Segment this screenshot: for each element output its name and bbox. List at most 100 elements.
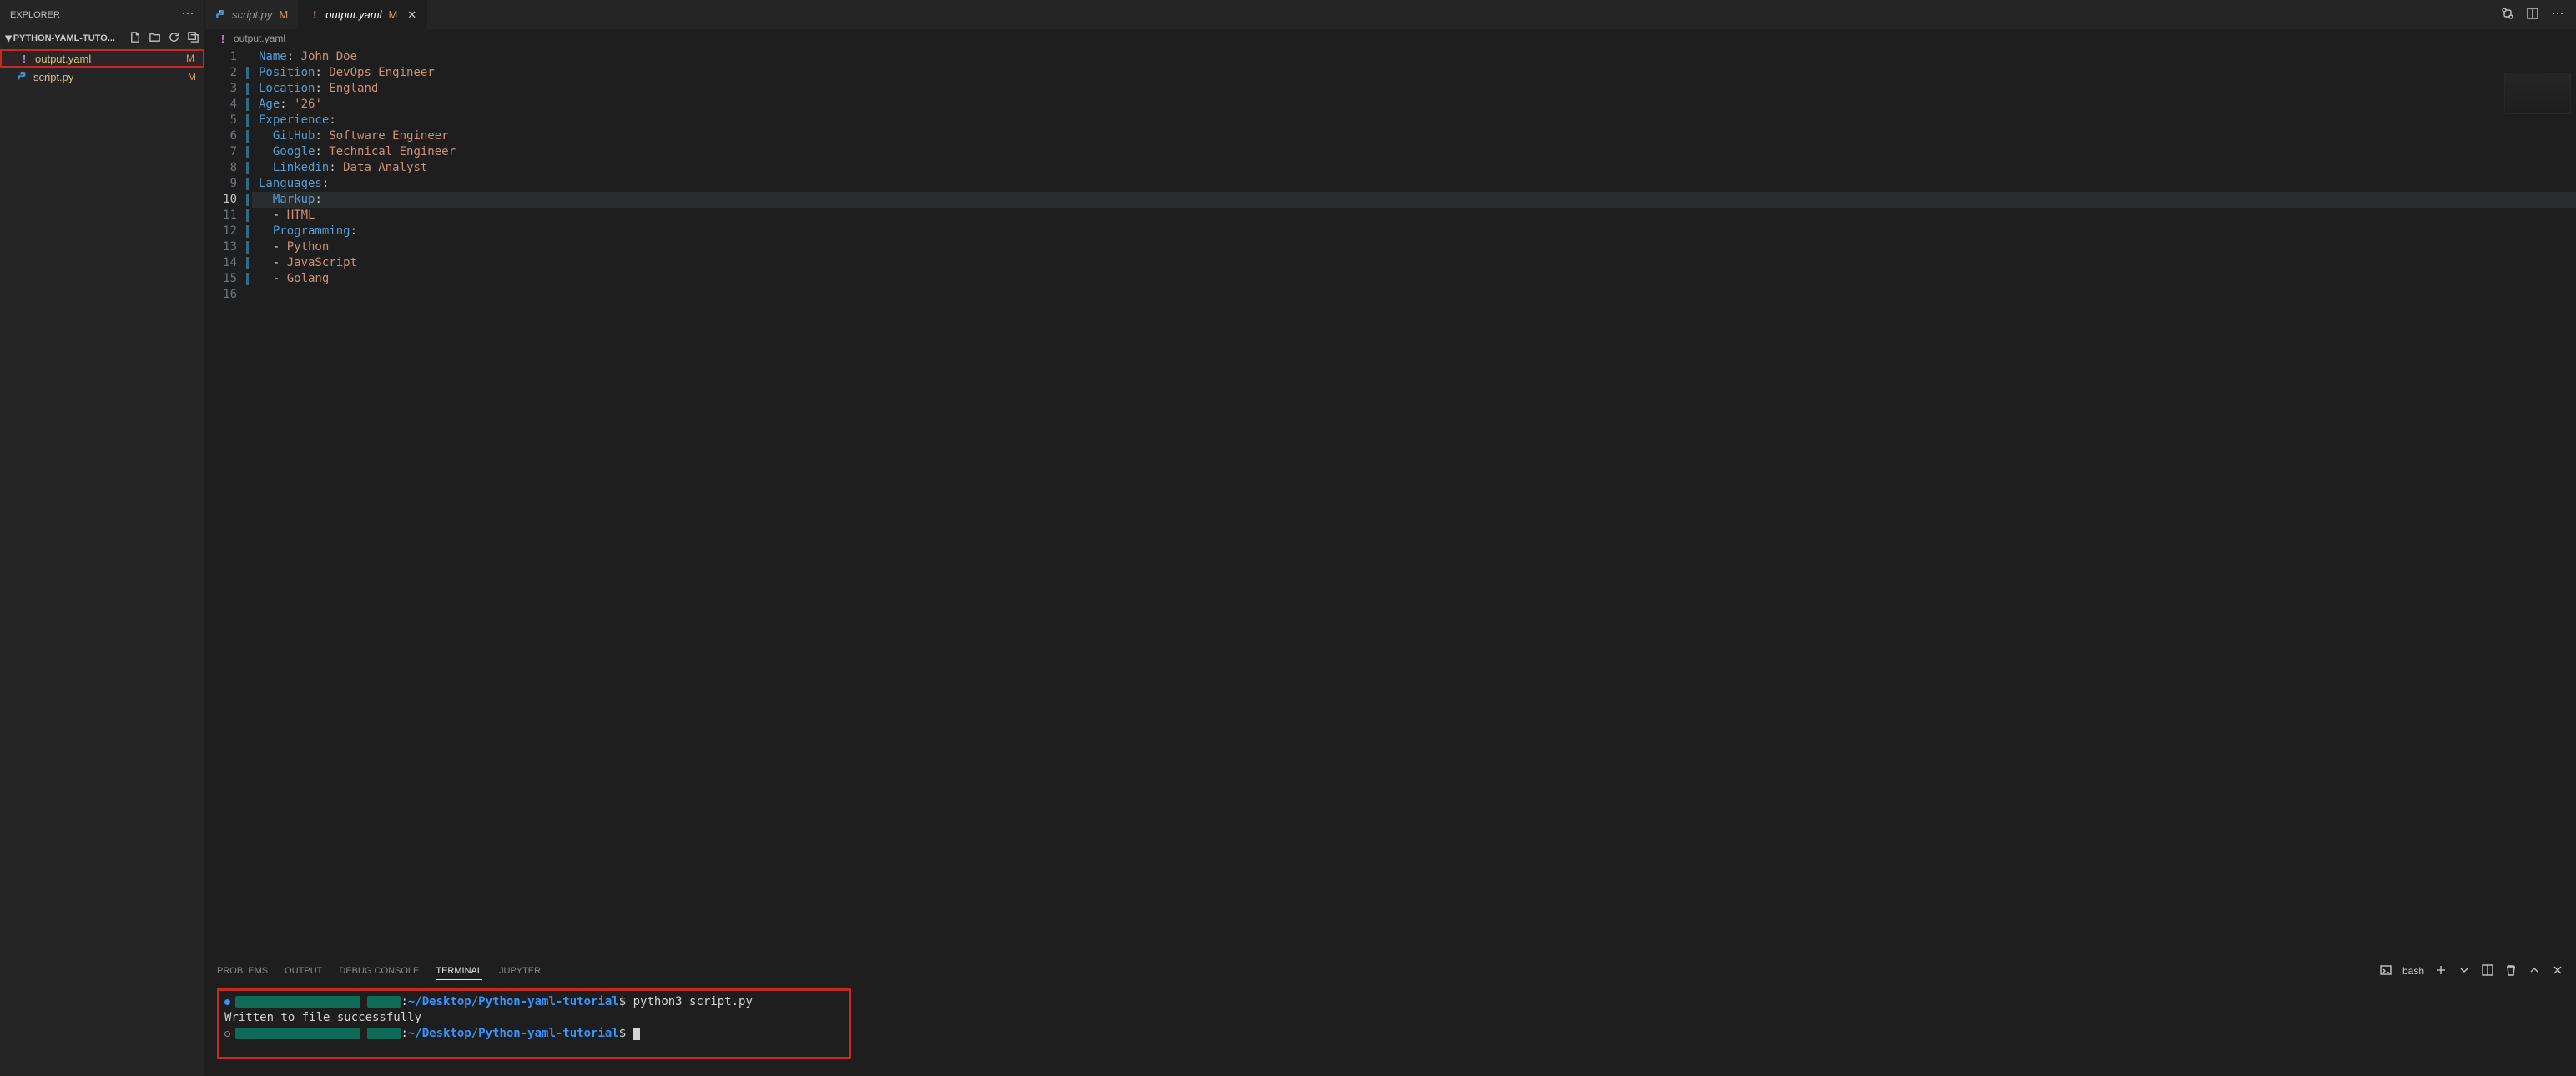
- prompt-path: ~/Desktop/Python-yaml-tutorial: [408, 995, 619, 1008]
- collapse-icon[interactable]: [187, 31, 199, 46]
- panel-tab-debug-console[interactable]: DEBUG CONSOLE: [339, 963, 419, 979]
- line-number: 6: [205, 128, 252, 144]
- new-terminal-icon[interactable]: [2434, 963, 2447, 979]
- prompt-dot-icon: [224, 1031, 230, 1037]
- file-list: ! output.yaml Mscript.py M: [0, 48, 204, 86]
- tab-script-py[interactable]: script.py M: [205, 0, 299, 29]
- breadcrumb[interactable]: ! output.yaml: [205, 29, 2576, 48]
- redacted-host: [367, 1028, 401, 1039]
- yaml-icon: !: [18, 53, 30, 65]
- line-number: 2: [205, 65, 252, 81]
- explorer-header: EXPLORER: [0, 0, 204, 29]
- folder-header[interactable]: ▶ PYTHON-YAML-TUTO...: [0, 29, 204, 48]
- terminal-output: Written to file successfully: [224, 1010, 844, 1026]
- code-line: Google: Technical Engineer: [252, 144, 2576, 160]
- code-line: - JavaScript: [252, 255, 2576, 271]
- terminal-highlight-box: :~/Desktop/Python-yaml-tutorial$ python3…: [217, 988, 851, 1059]
- new-folder-icon[interactable]: [149, 31, 161, 46]
- code-line: Programming:: [252, 224, 2576, 239]
- python-icon: [17, 71, 28, 83]
- code-line: - Golang: [252, 271, 2576, 287]
- terminal-line: :~/Desktop/Python-yaml-tutorial$ python3…: [224, 994, 844, 1010]
- close-icon[interactable]: ✕: [407, 8, 416, 22]
- panel-tab-terminal[interactable]: TERMINAL: [436, 963, 482, 980]
- panel-tab-jupyter[interactable]: JUPYTER: [499, 963, 541, 979]
- minimap[interactable]: [2504, 73, 2571, 114]
- modified-badge: M: [388, 8, 397, 21]
- line-number: 9: [205, 176, 252, 192]
- code-line: Markup:: [252, 192, 2576, 208]
- terminal-command: python3 script.py: [633, 995, 753, 1008]
- modified-badge: M: [188, 71, 196, 83]
- refresh-icon[interactable]: [168, 31, 180, 46]
- code-line: Location: England: [252, 81, 2576, 97]
- line-gutter: 12345678910111213141516: [205, 48, 252, 958]
- tab-output-yaml[interactable]: ! output.yaml M ✕: [299, 0, 427, 29]
- editor-area: script.py M! output.yaml M ✕ ! output.yaml 1…: [205, 0, 2576, 1076]
- code-line: Languages:: [252, 176, 2576, 192]
- python-icon: [215, 9, 227, 21]
- file-name: output.yaml: [35, 53, 91, 65]
- compare-changes-icon[interactable]: [2501, 7, 2514, 23]
- prompt-path: ~/Desktop/Python-yaml-tutorial: [408, 1027, 619, 1040]
- line-number: 12: [205, 224, 252, 239]
- line-number: 3: [205, 81, 252, 97]
- split-editor-icon[interactable]: [2526, 7, 2539, 23]
- explorer-title: EXPLORER: [10, 10, 60, 20]
- chevron-down-icon: ▶: [5, 35, 13, 42]
- line-number: 1: [205, 49, 252, 65]
- code-line: [252, 287, 2576, 303]
- file-item-output-yaml[interactable]: ! output.yaml M: [0, 49, 204, 68]
- line-number: 5: [205, 113, 252, 128]
- line-number: 4: [205, 97, 252, 113]
- yaml-icon: !: [309, 8, 320, 21]
- breadcrumb-path: output.yaml: [234, 33, 285, 44]
- yaml-icon: !: [217, 33, 229, 45]
- split-terminal-icon[interactable]: [2481, 963, 2494, 979]
- bottom-panel: PROBLEMS OUTPUT DEBUG CONSOLE TERMINAL JUPYT…: [205, 958, 2576, 1076]
- explorer-more-icon[interactable]: [181, 7, 194, 23]
- file-name: script.py: [33, 71, 73, 83]
- file-item-script-py[interactable]: script.py M: [0, 68, 204, 86]
- line-number: 10: [205, 192, 252, 208]
- line-number: 15: [205, 271, 252, 287]
- redacted-host: [235, 1028, 360, 1039]
- redacted-host: [235, 996, 360, 1008]
- redacted-host: [367, 996, 401, 1008]
- code-line: - Python: [252, 239, 2576, 255]
- line-number: 8: [205, 160, 252, 176]
- terminal-launch-icon[interactable]: [2379, 963, 2392, 979]
- code-line: Linkedin: Data Analyst: [252, 160, 2576, 176]
- line-number: 7: [205, 144, 252, 160]
- code-content[interactable]: Name: John DoePosition: DevOps EngineerL…: [252, 48, 2576, 958]
- kill-terminal-icon[interactable]: [2504, 963, 2518, 979]
- code-line: Age: '26': [252, 97, 2576, 113]
- maximize-panel-icon[interactable]: [2528, 963, 2541, 979]
- prompt-dot-icon: [224, 999, 230, 1005]
- terminal-dropdown-icon[interactable]: [2458, 963, 2471, 979]
- tab-label: script.py: [232, 8, 272, 21]
- line-number: 14: [205, 255, 252, 271]
- line-number: 16: [205, 287, 252, 303]
- new-file-icon[interactable]: [129, 31, 142, 46]
- panel-tab-bar: PROBLEMS OUTPUT DEBUG CONSOLE TERMINAL JUPYT…: [205, 958, 2576, 983]
- line-number: 13: [205, 239, 252, 255]
- close-panel-icon[interactable]: [2551, 963, 2564, 979]
- tab-bar: script.py M! output.yaml M ✕: [205, 0, 2576, 29]
- terminal-line: :~/Desktop/Python-yaml-tutorial$: [224, 1026, 844, 1042]
- modified-badge: M: [186, 53, 194, 64]
- modified-badge: M: [279, 8, 288, 21]
- terminal-content[interactable]: :~/Desktop/Python-yaml-tutorial$ python3…: [205, 983, 2576, 1076]
- editor-more-icon[interactable]: [2551, 7, 2564, 23]
- folder-name: PYTHON-YAML-TUTO...: [13, 33, 115, 43]
- line-number: 11: [205, 208, 252, 224]
- code-line: GitHub: Software Engineer: [252, 128, 2576, 144]
- panel-tab-output[interactable]: OUTPUT: [285, 963, 322, 979]
- terminal-cursor: [633, 1028, 640, 1040]
- explorer-sidebar: EXPLORER ▶ PYTHON-YAML-TUTO... ! output.y…: [0, 0, 205, 1076]
- code-line: Position: DevOps Engineer: [252, 65, 2576, 81]
- panel-tab-problems[interactable]: PROBLEMS: [217, 963, 268, 979]
- code-line: Experience:: [252, 113, 2576, 128]
- tab-label: output.yaml: [325, 8, 381, 21]
- shell-name[interactable]: bash: [2402, 965, 2424, 977]
